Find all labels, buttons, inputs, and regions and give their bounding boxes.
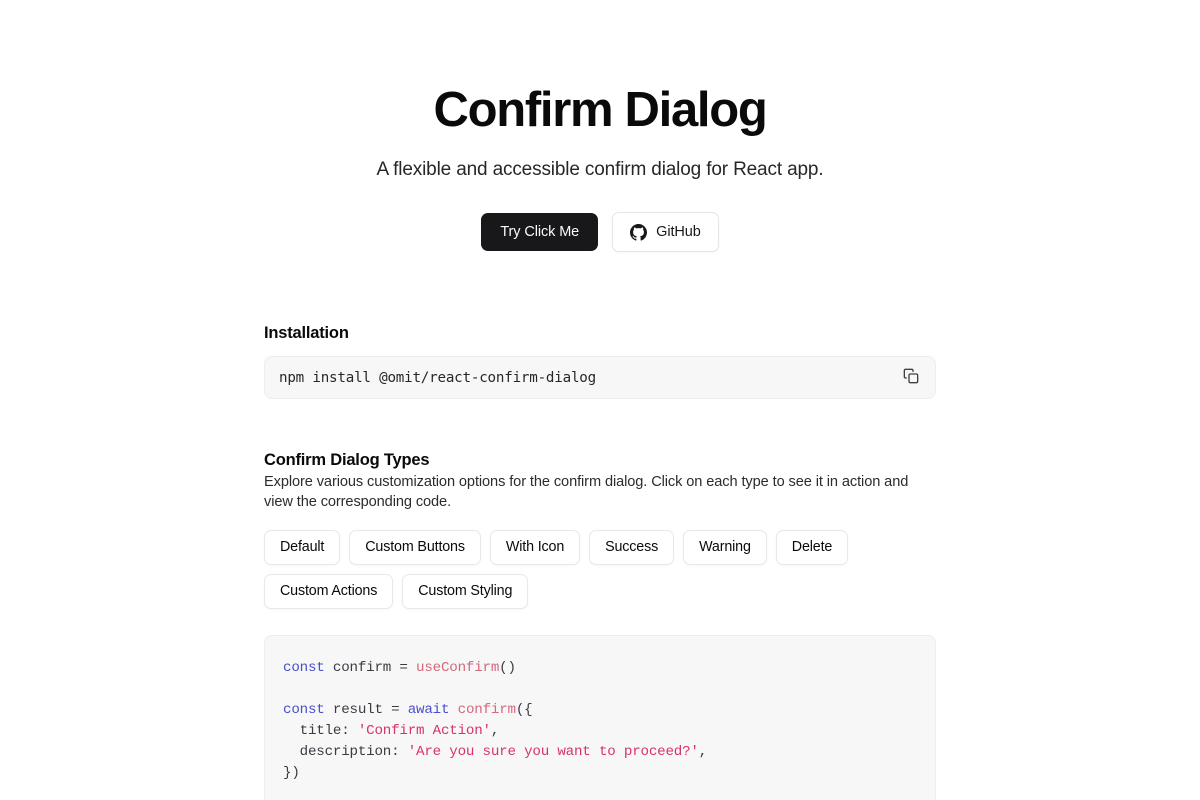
code-token: 'Confirm Action' (357, 722, 491, 739)
code-sample-text: const confirm = useConfirm() const resul… (283, 657, 917, 783)
code-token: confirm (457, 701, 516, 718)
type-button-warning[interactable]: Warning (683, 529, 767, 565)
github-button-label: GitHub (656, 224, 701, 240)
installation-heading: Installation (264, 324, 349, 342)
page-subtitle: A flexible and accessible confirm dialog… (376, 159, 824, 180)
dialog-type-row: Custom Actions Custom Styling (264, 573, 936, 609)
code-token: () (499, 659, 516, 676)
github-icon (630, 223, 648, 241)
main-content: Installation npm install @omit/react-con… (264, 252, 936, 800)
type-button-with-icon[interactable]: With Icon (489, 529, 581, 565)
code-token: ({ (515, 701, 533, 718)
copy-command-button[interactable] (897, 364, 924, 391)
code-token: confirm = (324, 659, 417, 676)
try-click-me-button[interactable]: Try Click Me (481, 213, 599, 251)
code-token: const (283, 701, 325, 718)
installation-section: Installation npm install @omit/react-con… (264, 324, 936, 399)
page-root: Confirm Dialog A flexible and accessible… (0, 0, 1200, 800)
type-button-default[interactable]: Default (264, 529, 341, 565)
dialog-types-heading: Confirm Dialog Types (264, 451, 430, 469)
dialog-types-description: Explore various customization options fo… (264, 474, 909, 510)
type-button-delete[interactable]: Delete (775, 529, 849, 565)
hero-actions: Try Click Me GitHub (0, 212, 1200, 252)
code-token: description: (283, 743, 408, 760)
type-button-custom-actions[interactable]: Custom Actions (264, 573, 394, 609)
code-token: 'Are you sure you want to proceed?' (407, 743, 699, 760)
dialog-type-row: Default Custom Buttons With Icon Success… (264, 529, 936, 565)
type-button-custom-buttons[interactable]: Custom Buttons (349, 529, 481, 565)
code-token: await (407, 701, 450, 718)
code-token: , (490, 722, 500, 739)
page-title: Confirm Dialog (433, 83, 768, 137)
type-button-success[interactable]: Success (589, 529, 675, 565)
copy-icon (903, 368, 919, 387)
install-command-text: npm install @omit/react-confirm-dialog (279, 369, 596, 386)
github-link-button[interactable]: GitHub (612, 212, 719, 252)
dialog-types-section: Confirm Dialog Types Explore various cus… (264, 451, 936, 800)
code-token: const (283, 659, 325, 676)
dialog-type-buttons: Default Custom Buttons With Icon Success… (264, 529, 936, 609)
type-button-custom-styling[interactable]: Custom Styling (402, 573, 529, 609)
hero-section: Confirm Dialog A flexible and accessible… (0, 0, 1200, 252)
code-token: title: (283, 722, 358, 739)
dialog-types-header: Confirm Dialog Types Explore various cus… (264, 451, 936, 513)
code-sample-block: const confirm = useConfirm() const resul… (264, 634, 936, 800)
install-command-box: npm install @omit/react-confirm-dialog (264, 356, 936, 399)
code-token: useConfirm (416, 659, 500, 676)
code-token: , (698, 743, 708, 760)
code-token: }) (283, 764, 300, 781)
code-token: result = (324, 701, 408, 718)
